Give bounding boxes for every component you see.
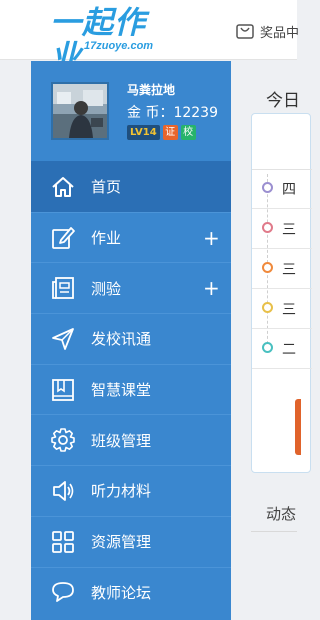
gold-balance: 金 币：12239	[127, 105, 218, 121]
speaker-icon	[53, 481, 74, 501]
user-name[interactable]: 马粪拉地	[127, 81, 175, 98]
send-icon	[52, 328, 74, 350]
sidebar-item-label: 发校讯通	[91, 330, 152, 349]
top-bar: 一起作业 17zuoye.com 奖品中	[0, 0, 300, 74]
sidebar-item-resources[interactable]: 资源管理	[31, 515, 231, 567]
sidebar-item-label: 班级管理	[91, 431, 152, 450]
timeline-dot	[262, 302, 273, 313]
gear-icon	[51, 428, 75, 453]
feed-divider	[251, 531, 297, 532]
sidebar-item-label: 听力材料	[91, 482, 152, 501]
orange-action-tab[interactable]	[295, 399, 301, 455]
sidebar-item-label: 测验	[91, 279, 122, 298]
avatar-photo	[53, 84, 107, 138]
sidebar-item-smart-classroom[interactable]: 智慧课堂	[31, 363, 231, 415]
timeline-dot	[262, 262, 273, 273]
sidebar-item-homework[interactable]: 作业 +	[31, 211, 231, 263]
sidebar-item-quiz[interactable]: 测验 +	[31, 262, 231, 313]
sidebar-item-home[interactable]: 首页	[31, 161, 231, 212]
sidebar-item-label: 作业	[91, 229, 122, 248]
sidebar-item-send-message[interactable]: 发校讯通	[31, 313, 231, 364]
timeline-row[interactable]: 三	[252, 249, 312, 289]
add-homework-button[interactable]: +	[203, 228, 220, 248]
logo-domain: 17zuoye.com	[84, 40, 154, 52]
today-section-title: 今日	[266, 91, 300, 111]
edit-icon	[52, 226, 75, 249]
timeline-dot	[262, 182, 273, 193]
sidebar-item-listening[interactable]: 听力材料	[31, 465, 231, 516]
timeline-row[interactable]: 三	[252, 289, 312, 329]
sidebar-item-class-management[interactable]: 班级管理	[31, 414, 231, 465]
logo[interactable]: 一起作业 17zuoye.com	[50, 6, 170, 74]
timeline-text: 三	[282, 262, 296, 278]
timeline-dot	[262, 342, 273, 353]
timeline-dot	[262, 222, 273, 233]
timeline-text: 三	[282, 302, 296, 318]
avatar[interactable]	[51, 82, 109, 140]
prize-mall-label: 奖品中	[260, 25, 300, 41]
sidebar-item-teacher-forum[interactable]: 教师论坛	[31, 566, 231, 618]
timeline-row[interactable]: 四	[252, 169, 312, 209]
timeline-text: 四	[282, 182, 296, 198]
timeline-row[interactable]: 二	[252, 329, 312, 369]
sidebar-item-label: 智慧课堂	[91, 381, 152, 400]
grid-icon	[52, 530, 74, 553]
quiz-icon	[52, 277, 74, 300]
user-profile: 马粪拉地 金 币：12239 LV14 证 校	[31, 61, 231, 161]
timeline-text: 二	[282, 342, 296, 358]
shopping-bag-icon	[236, 24, 254, 39]
sidebar-item-label: 首页	[91, 178, 122, 197]
sidebar-menu: 首页 作业 + 测验 + 发校讯通 智慧课堂 班级管理 听力材料 资源管理 教师…	[31, 161, 231, 617]
level-badge[interactable]: LV14	[127, 125, 160, 140]
badge-row: LV14 证 校	[127, 125, 196, 140]
sidebar-item-label: 教师论坛	[91, 583, 152, 602]
school-badge[interactable]: 校	[180, 125, 196, 140]
home-icon	[52, 176, 74, 197]
today-card: 四 三 三 三 二	[251, 113, 312, 473]
sidebar: 马粪拉地 金 币：12239 LV14 证 校 首页 作业 + 测验 + 发校讯…	[31, 61, 231, 620]
book-icon	[52, 378, 74, 401]
sidebar-item-label: 资源管理	[91, 533, 152, 552]
certification-badge[interactable]: 证	[162, 125, 178, 140]
timeline-row[interactable]: 三	[252, 209, 312, 249]
chat-icon	[52, 582, 74, 603]
prize-mall-link[interactable]: 奖品中	[236, 22, 300, 41]
timeline-text: 三	[282, 222, 296, 238]
add-quiz-button[interactable]: +	[203, 278, 220, 298]
feed-section-title: 动态	[266, 505, 297, 523]
